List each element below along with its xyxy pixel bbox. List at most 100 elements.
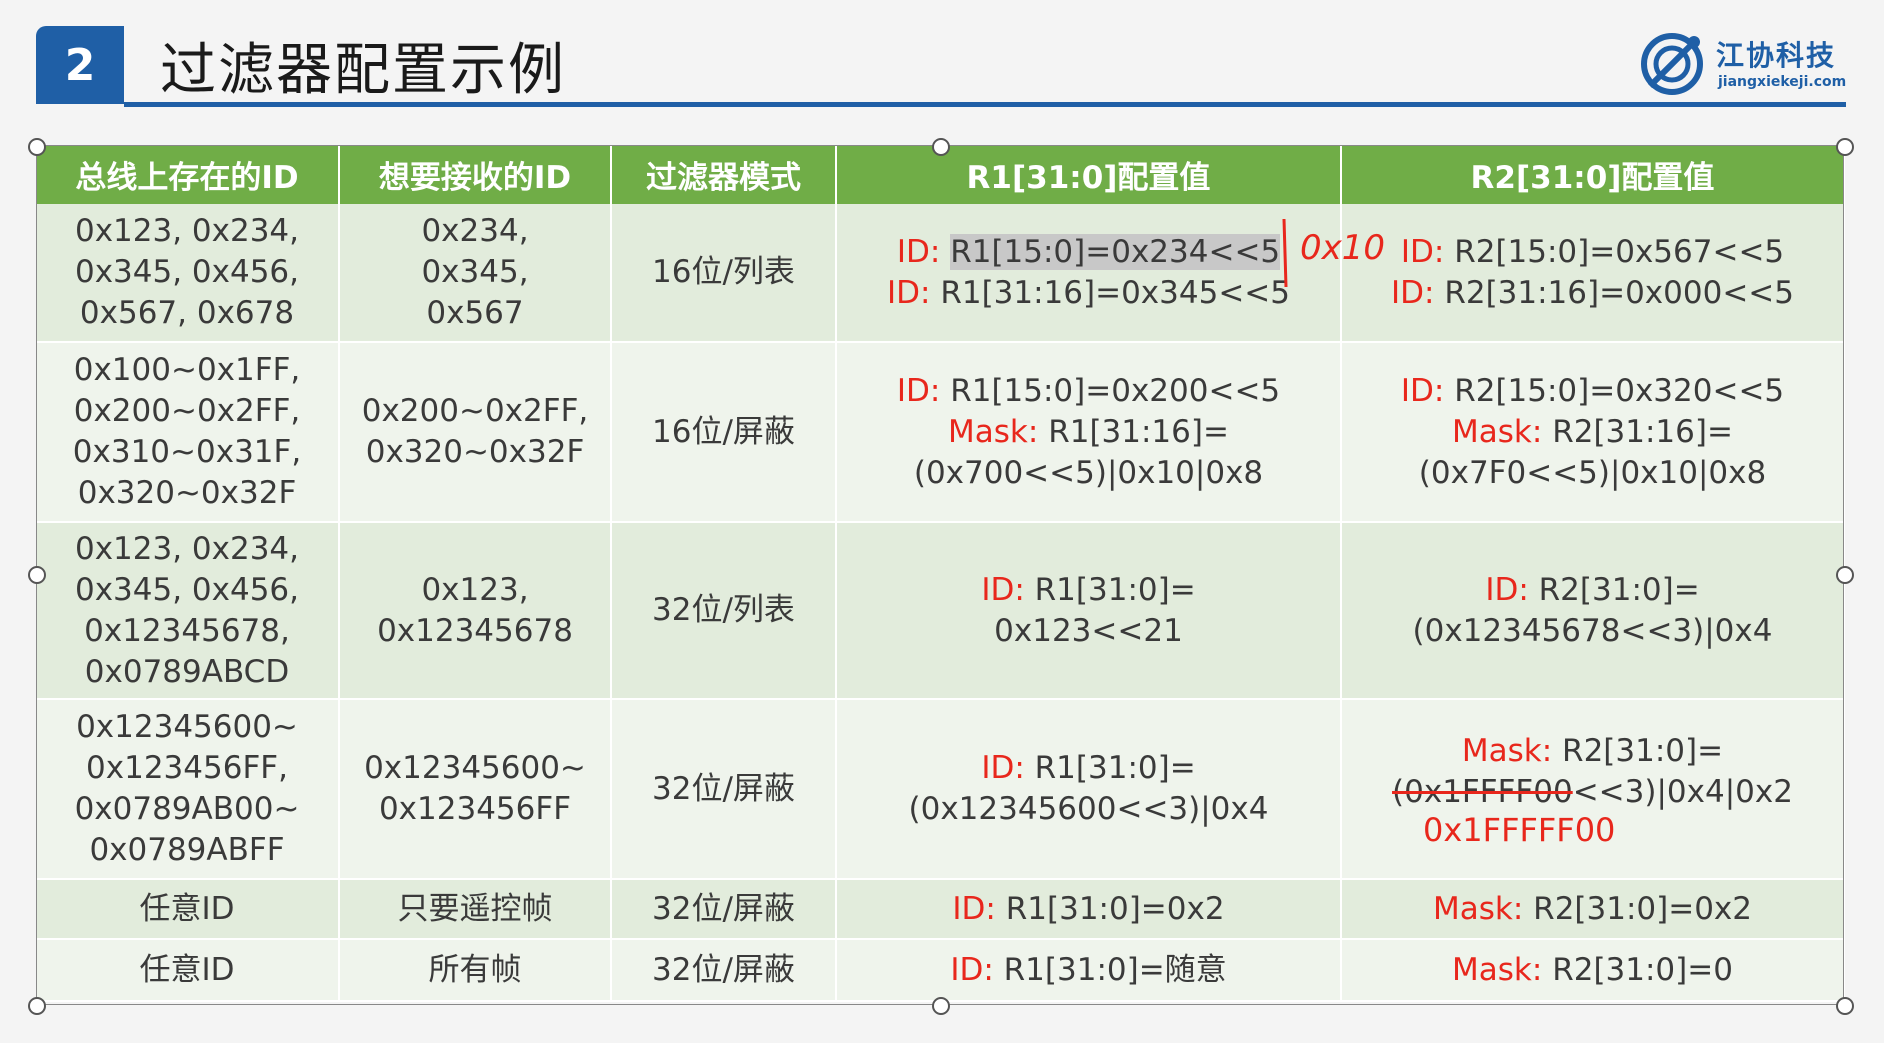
- config-value: R2[31:0]=: [1562, 733, 1724, 769]
- bus-ids-cell: 0x100~0x1FF, 0x200~0x2FF, 0x310~0x31F, 0…: [36, 342, 340, 523]
- config-value: R1[31:0]=: [1034, 571, 1196, 608]
- column-header: 总线上存在的ID: [36, 145, 340, 204]
- section-number: 2: [64, 39, 96, 91]
- cell-line: ID: R1[31:0]=: [837, 748, 1340, 789]
- table-row: 任意ID 只要遥控帧 32位/屏蔽 ID: R1[31:0]=0x2 Mask:…: [36, 879, 1845, 940]
- config-value: R1[31:16]=: [1048, 413, 1229, 450]
- table-row: 0x100~0x1FF, 0x200~0x2FF, 0x310~0x31F, 0…: [36, 342, 1845, 523]
- struck-value: (0x1FFFF00: [1392, 774, 1573, 810]
- title-underline: [124, 102, 1846, 107]
- r1-cell: ID: R1[15:0]=0x200<<5 Mask: R1[31:16]= (…: [836, 342, 1342, 523]
- column-header: R2[31:0]配置值: [1341, 145, 1845, 204]
- bus-ids-cell: 0x12345600~ 0x123456FF, 0x0789AB00~ 0x07…: [36, 699, 340, 880]
- resize-handle-bottom-right[interactable]: [1836, 997, 1854, 1015]
- cell-line: 0x123<<21: [837, 611, 1340, 652]
- config-value: R1[31:0]=0x2: [1005, 890, 1225, 927]
- cell-line: Mask: R2[31:16]=: [1342, 412, 1843, 453]
- config-value: R2[31:16]=: [1552, 413, 1733, 450]
- r1-cell: ID: R1[15:0]=0x234<<5 ID: R1[31:16]=0x34…: [836, 204, 1342, 343]
- cell-line: 0x12345678: [377, 612, 573, 649]
- cell-line: ID: R1[15:0]=0x200<<5: [837, 371, 1340, 412]
- id-label: ID:: [1400, 372, 1445, 409]
- cell-line: 0x0789AB00~: [74, 791, 300, 827]
- config-value: R2[15:0]=0x567<<5: [1454, 233, 1785, 270]
- r2-cell: ID: R2[15:0]=0x320<<5 Mask: R2[31:16]= (…: [1341, 342, 1845, 523]
- r2-cell: Mask: R2[31:0]= (0x1FFFF00<<3)|0x4|0x2 0…: [1341, 699, 1845, 880]
- resize-handle-middle-right[interactable]: [1836, 566, 1854, 584]
- config-value: (0x12345678<<3)|0x4: [1412, 612, 1773, 649]
- resize-handle-top-right[interactable]: [1836, 138, 1854, 156]
- cell-line: 0x234,: [421, 213, 529, 249]
- id-label: ID:: [981, 571, 1025, 608]
- cell-line: 0x12345678,: [84, 612, 290, 649]
- cell-line: 0x123456FF,: [86, 750, 288, 786]
- config-value: R2[15:0]=0x320<<5: [1454, 372, 1785, 409]
- config-value: R2[31:0]=0x2: [1533, 890, 1752, 927]
- cell-line: 0x123456FF: [378, 791, 572, 827]
- want-ids-cell: 0x12345600~ 0x123456FF: [339, 699, 612, 880]
- cell-line: 0x0789ABFF: [89, 832, 285, 868]
- logo-text-cn: 江协科技: [1716, 39, 1837, 72]
- section-number-badge: 2: [36, 26, 124, 104]
- logo-text-en: jiangxiekeji.com: [1718, 74, 1847, 90]
- company-logo: 江协科技 jiangxiekeji.com: [1636, 28, 1846, 100]
- mask-label: Mask:: [1452, 413, 1543, 450]
- resize-handle-middle-left[interactable]: [28, 566, 46, 584]
- cell-line: 0x100~0x1FF,: [73, 352, 301, 388]
- id-label: ID:: [1485, 571, 1529, 608]
- cell-line: 0x200~0x2FF,: [361, 393, 589, 429]
- id-label: ID:: [950, 951, 994, 988]
- filter-config-table: 总线上存在的ID 想要接收的ID 过滤器模式 R1[31:0]配置值 R2[31…: [36, 145, 1845, 1002]
- id-label: ID:: [896, 372, 941, 409]
- mask-label: Mask:: [1433, 890, 1524, 927]
- cell-line: 0x345,: [421, 254, 529, 290]
- cell-line: 0x567, 0x678: [79, 295, 295, 331]
- bus-ids-cell: 任意ID: [36, 939, 340, 1002]
- resize-handle-bottom-left[interactable]: [28, 997, 46, 1015]
- cell-line: (0x700<<5)|0x10|0x8: [837, 453, 1340, 494]
- config-value: R2[31:0]=0: [1552, 951, 1733, 988]
- mode-cell: 32位/屏蔽: [611, 939, 837, 1002]
- mode-cell: 32位/屏蔽: [611, 699, 837, 880]
- config-value: <<3)|0x4|0x2: [1572, 774, 1793, 810]
- resize-handle-bottom-middle[interactable]: [932, 997, 950, 1015]
- bus-ids-cell: 0x123, 0x234, 0x345, 0x456, 0x567, 0x678: [36, 204, 340, 343]
- id-label: ID:: [1390, 274, 1435, 311]
- cell-line: 0x0789ABCD: [84, 653, 290, 690]
- bus-ids-cell: 任意ID: [36, 879, 340, 940]
- mode-cell: 16位/列表: [611, 204, 837, 343]
- table-row: 0x123, 0x234, 0x345, 0x456, 0x567, 0x678…: [36, 204, 1845, 343]
- slide-title: 过滤器配置示例: [160, 37, 566, 103]
- cell-line: 0x310~0x31F,: [72, 434, 302, 470]
- config-value: R1[31:0]=: [1034, 750, 1196, 786]
- handwritten-annotation: 0x10: [1282, 218, 1385, 288]
- id-label: ID:: [1400, 233, 1445, 270]
- cell-line: 0x12345600~: [76, 709, 298, 745]
- cell-line: 0x320~0x32F: [365, 434, 585, 470]
- want-ids-cell: 所有帧: [339, 939, 612, 1002]
- config-value: R1[31:16]=0x345<<5: [940, 274, 1290, 311]
- handwritten-note-text: 0x10: [1300, 228, 1385, 268]
- config-value: 0x123<<21: [994, 612, 1183, 649]
- want-ids-cell: 只要遥控帧: [339, 879, 612, 940]
- cell-line: 0x345, 0x456,: [74, 571, 300, 608]
- cell-line: ID: R2[31:16]=0x000<<5: [1342, 273, 1843, 314]
- correction-note: 0x1FFFFF00: [1423, 811, 1616, 849]
- column-header: 过滤器模式: [611, 145, 837, 204]
- cell-line: (0x12345600<<3)|0x4: [837, 789, 1340, 830]
- cell-line: (0x1FFFF00<<3)|0x4|0x2: [1342, 772, 1843, 813]
- resize-handle-top-left[interactable]: [28, 138, 46, 156]
- cell-line: Mask: R2[31:0]=: [1342, 731, 1843, 772]
- cell-line: 0x123, 0x234,: [74, 213, 300, 249]
- mode-cell: 32位/屏蔽: [611, 879, 837, 940]
- config-value: (0x700<<5)|0x10|0x8: [913, 454, 1264, 491]
- column-header: 想要接收的ID: [339, 145, 612, 204]
- r2-cell: ID: R2[31:0]= (0x12345678<<3)|0x4: [1341, 522, 1845, 700]
- want-ids-cell: 0x200~0x2FF, 0x320~0x32F: [339, 342, 612, 523]
- cell-line: Mask: R1[31:16]=: [837, 412, 1340, 453]
- r1-cell: ID: R1[31:0]=0x2: [836, 879, 1342, 940]
- want-ids-cell: 0x234, 0x345, 0x567: [339, 204, 612, 343]
- filter-config-table-wrapper: 总线上存在的ID 想要接收的ID 过滤器模式 R1[31:0]配置值 R2[31…: [36, 145, 1845, 1005]
- config-value-highlighted: R1[15:0]=0x234<<5: [950, 233, 1281, 270]
- resize-handle-top-middle[interactable]: [932, 138, 950, 156]
